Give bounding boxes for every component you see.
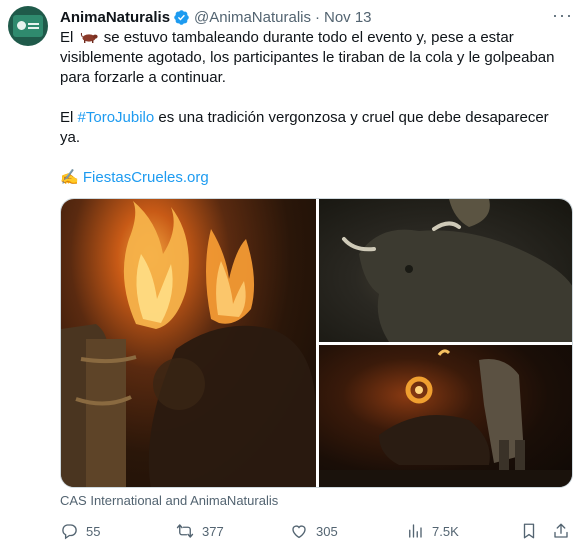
retweet-button[interactable]: 377 <box>176 520 224 542</box>
media-grid <box>60 198 573 488</box>
author-avatar[interactable] <box>8 6 48 46</box>
reply-count: 55 <box>86 523 101 539</box>
views-icon <box>409 524 422 538</box>
external-link[interactable]: FiestasCrueles.org <box>83 169 209 186</box>
reply-button[interactable]: 55 <box>60 520 100 542</box>
text-el-1: El <box>60 29 74 46</box>
author-name[interactable]: AnimaNaturalis <box>60 9 170 26</box>
media-photo-3[interactable] <box>319 345 572 487</box>
tweet-date[interactable]: Nov 13 <box>324 9 372 26</box>
like-icon <box>292 525 306 539</box>
avatar-logo <box>13 15 43 37</box>
media-photo-1[interactable] <box>61 199 316 487</box>
tweet-paragraph-1: El se estuvo tambaleando durante todo el… <box>60 28 570 88</box>
verified-badge-icon[interactable] <box>173 9 190 26</box>
share-icon <box>554 523 568 538</box>
more-icon[interactable]: ··· <box>552 6 573 24</box>
separator-dot: · <box>314 8 320 26</box>
views-button[interactable]: 7.5K <box>406 520 459 542</box>
text-el-2: El <box>60 109 74 126</box>
share-button[interactable] <box>552 520 570 542</box>
reply-icon <box>62 524 77 540</box>
bookmark-icon <box>523 523 535 539</box>
tweet-paragraph-2: El #ToroJubilo es una tradición vergonzo… <box>60 108 570 148</box>
writing-hand-icon: ✍️ <box>60 169 79 186</box>
bookmark-button[interactable] <box>520 520 538 542</box>
tweet-paragraph-3: ✍️ FiestasCrueles.org <box>60 168 570 188</box>
media-photo-2[interactable] <box>319 199 572 342</box>
hashtag-link[interactable]: #ToroJubilo <box>78 109 155 126</box>
media-caption: CAS International and AnimaNaturalis <box>60 493 279 508</box>
author-handle[interactable]: @AnimaNaturalis <box>194 9 311 26</box>
tweet-header: AnimaNaturalis @AnimaNaturalis · Nov 13 … <box>60 6 577 26</box>
views-count: 7.5K <box>432 523 459 539</box>
like-count: 305 <box>316 523 338 539</box>
action-bar: 55 377 305 7.5K <box>60 520 573 542</box>
like-button[interactable]: 305 <box>290 520 338 542</box>
retweet-count: 377 <box>202 523 224 539</box>
tweet-text: El se estuvo tambaleando durante todo el… <box>60 28 570 188</box>
retweet-icon <box>176 524 194 538</box>
cow-emoji-icon <box>80 29 98 43</box>
text-line-1: se estuvo tambaleando durante todo el ev… <box>60 29 555 86</box>
